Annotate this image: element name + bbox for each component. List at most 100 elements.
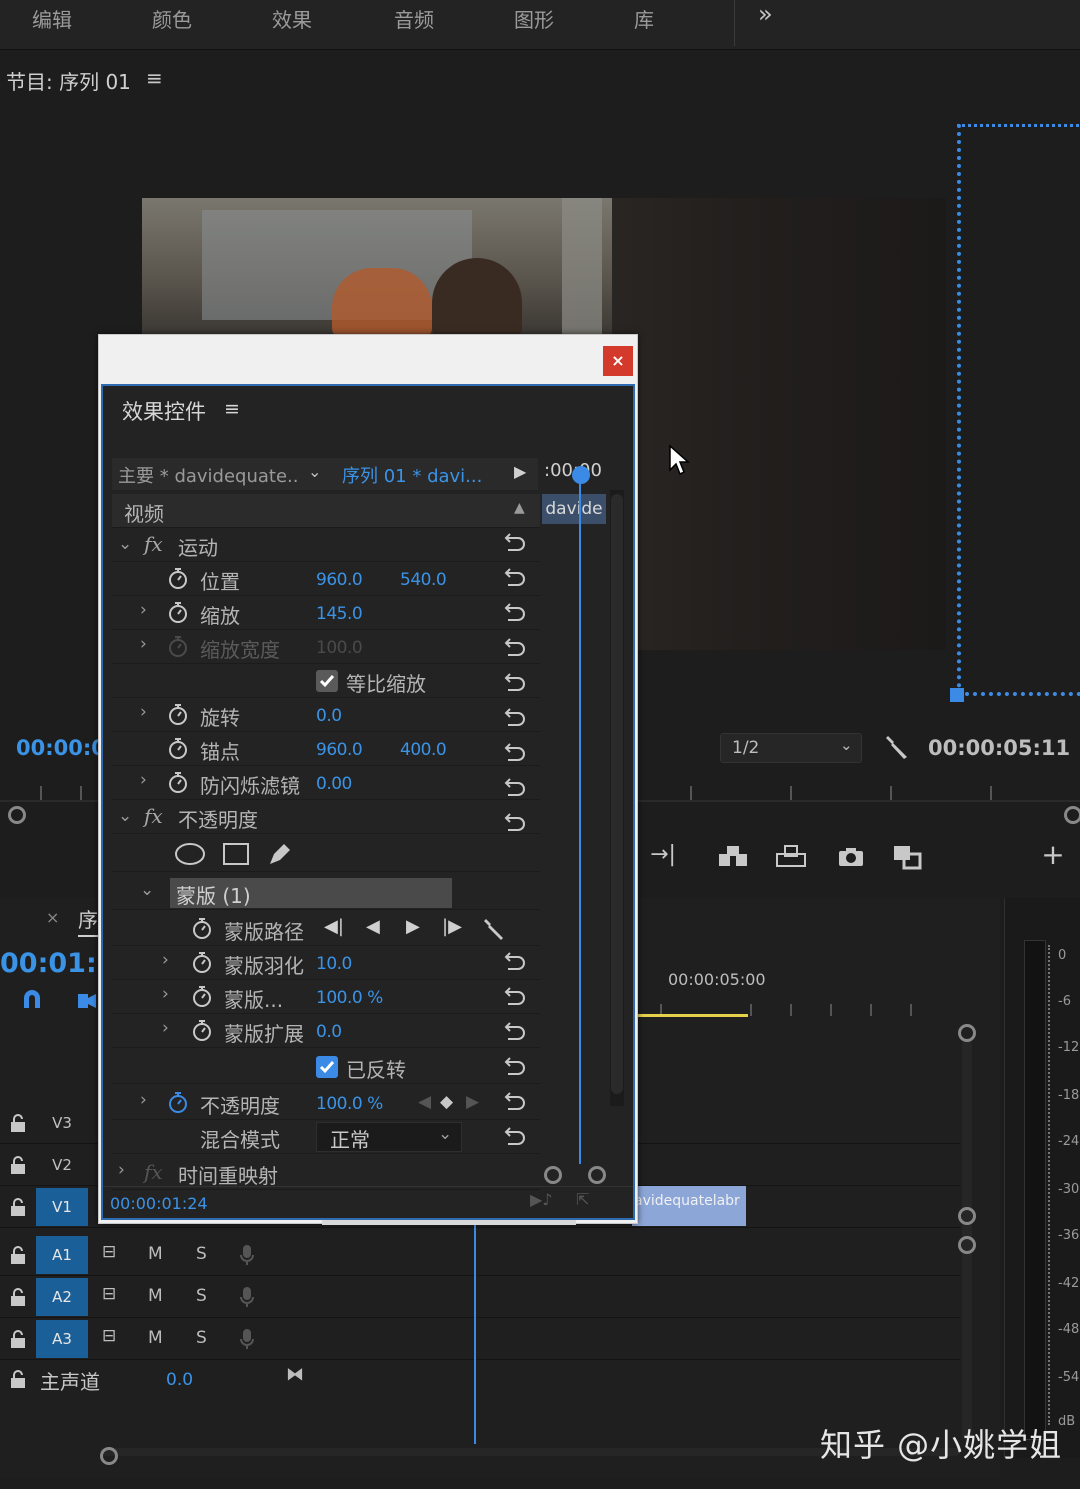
scroll-thumb[interactable] bbox=[611, 494, 623, 1094]
reset-icon[interactable] bbox=[504, 670, 528, 692]
stopwatch-icon[interactable] bbox=[192, 986, 212, 1008]
fx-icon[interactable]: fx bbox=[144, 1160, 163, 1184]
property-value[interactable]: 0.00 bbox=[316, 774, 352, 794]
filter-audio-icon[interactable]: ▶♪ bbox=[530, 1190, 553, 1209]
reset-icon[interactable] bbox=[504, 810, 528, 832]
extract-icon[interactable] bbox=[774, 842, 808, 872]
reset-icon[interactable] bbox=[504, 565, 528, 587]
lock-icon[interactable] bbox=[10, 1288, 26, 1306]
ec-clip-bar[interactable]: davide bbox=[542, 494, 606, 524]
video-clip[interactable]: avidequatelabr bbox=[632, 1186, 746, 1226]
compare-view-icon[interactable] bbox=[890, 842, 924, 872]
lock-icon[interactable] bbox=[10, 1198, 26, 1216]
ec-timecode[interactable]: 00:00:01:24 bbox=[110, 1194, 208, 1213]
menu-graphics[interactable]: 图形 bbox=[514, 4, 554, 33]
next-keyframe-icon[interactable]: ▶ bbox=[466, 1092, 479, 1112]
reset-icon[interactable] bbox=[504, 1124, 528, 1146]
snap-icon[interactable] bbox=[20, 988, 44, 1012]
zoom-scroll-handle-left[interactable] bbox=[8, 806, 26, 824]
add-button-icon[interactable]: + bbox=[1036, 838, 1070, 871]
track-label[interactable]: V1 bbox=[36, 1188, 88, 1226]
reset-icon[interactable] bbox=[504, 1089, 528, 1111]
panel-menu-icon[interactable]: ≡ bbox=[146, 66, 163, 90]
camera-icon[interactable] bbox=[834, 842, 868, 872]
reset-icon[interactable] bbox=[504, 984, 528, 1006]
stopwatch-icon[interactable] bbox=[168, 738, 188, 760]
track-label[interactable]: A3 bbox=[36, 1320, 88, 1358]
reset-icon[interactable] bbox=[504, 949, 528, 971]
work-area-bar[interactable] bbox=[636, 1014, 748, 1017]
menu-audio[interactable]: 音频 bbox=[394, 4, 434, 33]
program-playhead-timecode[interactable]: 00:00:0 bbox=[16, 736, 106, 760]
property-value-x[interactable]: 960.0 bbox=[316, 740, 363, 760]
chevron-right-icon[interactable]: › bbox=[162, 984, 169, 1004]
stopwatch-icon[interactable] bbox=[192, 918, 212, 940]
stopwatch-icon[interactable] bbox=[168, 602, 188, 624]
stopwatch-icon[interactable] bbox=[168, 772, 188, 794]
zoom-handle[interactable] bbox=[544, 1166, 562, 1184]
program-monitor-title[interactable]: 节目: 序列 01 bbox=[6, 66, 131, 95]
property-value-x[interactable]: 960.0 bbox=[316, 570, 363, 590]
lock-icon[interactable] bbox=[10, 1370, 26, 1388]
reset-icon[interactable] bbox=[504, 1054, 528, 1076]
effect-time-remap[interactable]: › fx 时间重映射 bbox=[112, 1156, 540, 1190]
more-workspaces-button[interactable]: » bbox=[758, 0, 773, 28]
previous-keyframe-icon[interactable]: ◀ bbox=[418, 1092, 431, 1112]
master-clip-label[interactable]: 主要 * davidequate... bbox=[118, 462, 298, 488]
mask-header[interactable]: ⌄ 蒙版 (1) bbox=[112, 876, 540, 910]
rectangle-mask-icon[interactable] bbox=[222, 842, 250, 866]
property-value[interactable]: 100.0 % bbox=[316, 1094, 383, 1114]
menu-edit[interactable]: 编辑 bbox=[32, 4, 72, 33]
reset-icon[interactable] bbox=[504, 1019, 528, 1041]
lift-icon[interactable] bbox=[716, 842, 750, 872]
close-button[interactable]: × bbox=[603, 346, 633, 376]
wrench-icon[interactable] bbox=[882, 732, 912, 762]
inverted-checkbox[interactable] bbox=[316, 1056, 338, 1078]
sync-lock-icon[interactable]: ⊟ bbox=[102, 1326, 116, 1346]
solo-button[interactable]: S bbox=[196, 1328, 207, 1348]
play-icon[interactable]: ▶ bbox=[514, 462, 526, 481]
track-backward-icon[interactable]: ◀| bbox=[324, 916, 344, 937]
property-value[interactable]: 100.0 % bbox=[316, 988, 383, 1008]
lock-icon[interactable] bbox=[10, 1246, 26, 1264]
zoom-handle[interactable] bbox=[588, 1166, 606, 1184]
property-value-y[interactable]: 400.0 bbox=[400, 740, 447, 760]
linked-selection-icon[interactable] bbox=[76, 990, 98, 1012]
chevron-down-icon[interactable]: ⌄ bbox=[118, 534, 132, 554]
chevron-down-icon[interactable]: ⌄ bbox=[140, 880, 154, 900]
chevron-down-icon[interactable]: ⌄ bbox=[308, 462, 321, 481]
ec-playhead[interactable] bbox=[579, 480, 581, 1164]
chevron-right-icon[interactable]: › bbox=[140, 1090, 147, 1110]
stopwatch-icon[interactable] bbox=[168, 568, 188, 590]
scroll-handle[interactable] bbox=[958, 1236, 976, 1254]
step-forward-icon[interactable]: ▶ bbox=[406, 916, 420, 937]
scroll-handle[interactable] bbox=[100, 1447, 118, 1465]
chevron-right-icon[interactable]: › bbox=[162, 1018, 169, 1038]
microphone-icon[interactable] bbox=[240, 1286, 254, 1308]
effect-opacity[interactable]: ⌄ fx 不透明度 bbox=[112, 800, 540, 834]
stopwatch-icon[interactable] bbox=[192, 952, 212, 974]
mute-button[interactable]: M bbox=[148, 1286, 163, 1306]
sync-lock-icon[interactable]: ⊟ bbox=[102, 1242, 116, 1262]
menu-libraries[interactable]: 库 bbox=[634, 4, 654, 33]
solo-button[interactable]: S bbox=[196, 1244, 207, 1264]
mute-button[interactable]: M bbox=[148, 1244, 163, 1264]
timeline-playhead[interactable] bbox=[474, 1222, 476, 1444]
panel-title[interactable]: 效果控件 bbox=[122, 396, 206, 426]
sync-lock-icon[interactable]: ⊟ bbox=[102, 1284, 116, 1304]
tab-sequence[interactable]: 序 bbox=[78, 904, 98, 937]
microphone-icon[interactable] bbox=[240, 1328, 254, 1350]
property-value[interactable]: 10.0 bbox=[316, 954, 352, 974]
property-value[interactable]: 0.0 bbox=[316, 1022, 342, 1042]
export-icon[interactable]: ⇱ bbox=[576, 1190, 589, 1209]
property-value[interactable]: 0.0 bbox=[316, 706, 342, 726]
microphone-icon[interactable] bbox=[240, 1244, 254, 1266]
property-value-y[interactable]: 540.0 bbox=[400, 570, 447, 590]
track-label[interactable]: V3 bbox=[36, 1104, 88, 1142]
sequence-clip-label[interactable]: 序列 01 * davi... bbox=[342, 462, 482, 488]
fx-icon[interactable]: fx bbox=[144, 532, 163, 556]
reset-icon[interactable] bbox=[504, 740, 528, 762]
go-to-in-out-icon[interactable]: ⧓ bbox=[286, 1364, 304, 1385]
master-volume-value[interactable]: 0.0 bbox=[166, 1370, 193, 1390]
chevron-right-icon[interactable]: › bbox=[140, 634, 147, 654]
